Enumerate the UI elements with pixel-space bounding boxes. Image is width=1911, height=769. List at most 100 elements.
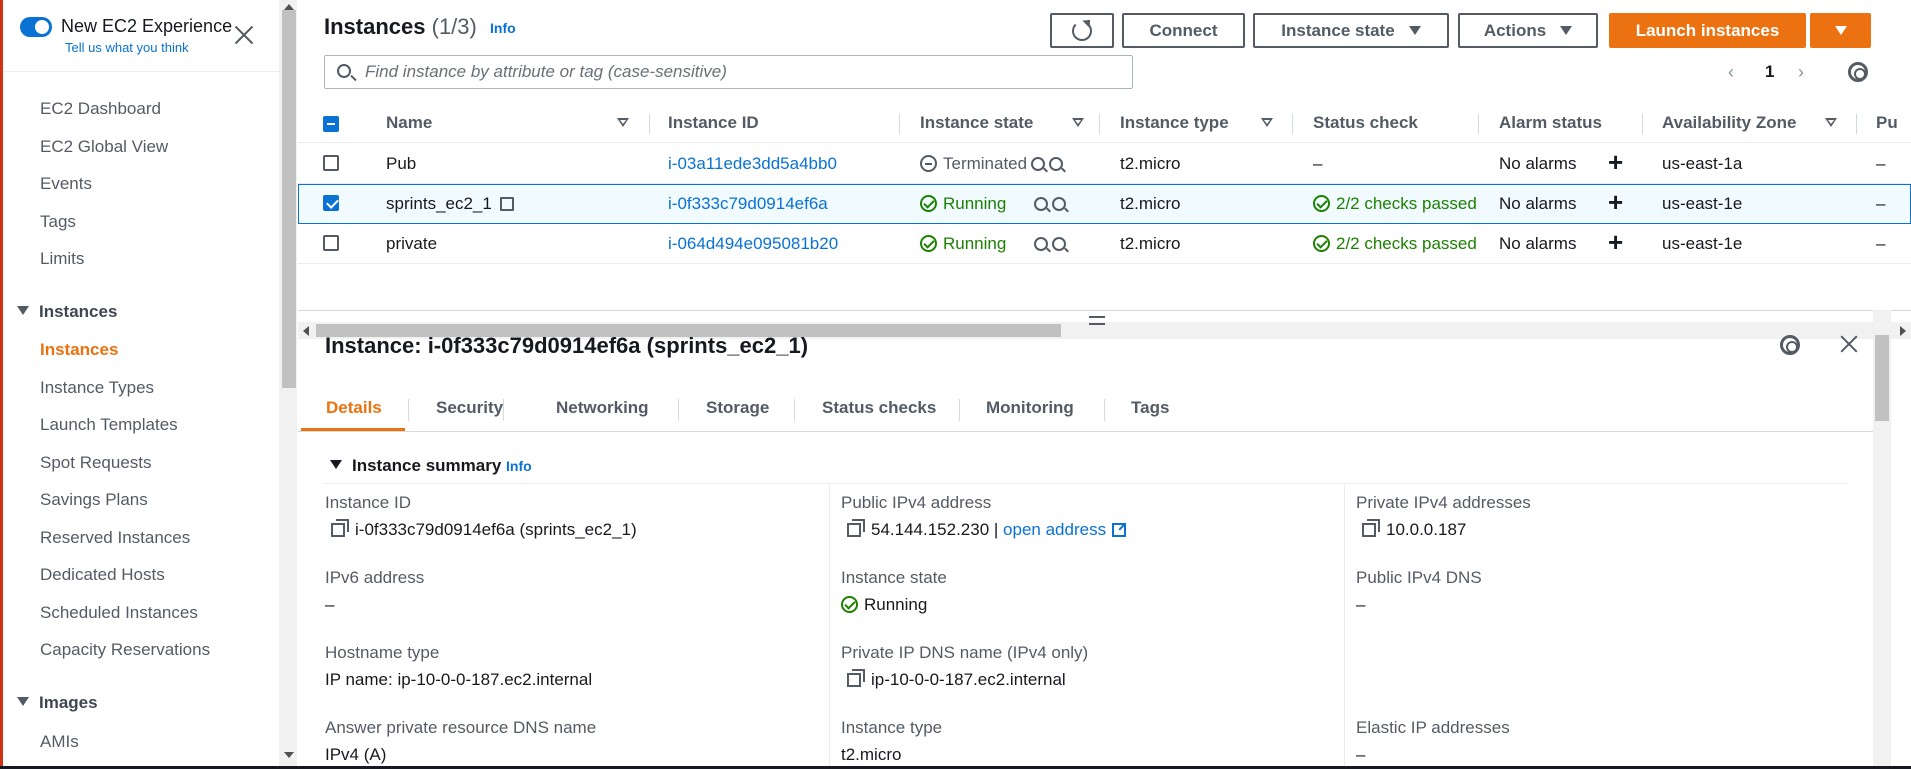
actions-dropdown[interactable]: Actions [1458,13,1598,48]
sidebar-item-launch-templates[interactable]: Launch Templates [40,415,178,435]
sidebar-section-images[interactable]: Images [17,693,98,713]
copy-icon[interactable] [847,669,865,687]
private-dns-value: ip-10-0-0-187.ec2.internal [847,669,1066,690]
sort-icon[interactable] [1261,118,1273,127]
column-divider[interactable] [1099,114,1100,134]
feedback-link[interactable]: Tell us what you think [65,40,189,55]
column-divider[interactable] [649,114,650,134]
table-row-selected[interactable]: sprints_ec2_1 i-0f333c79d0914ef6a Runnin… [298,184,1911,224]
zoom-in-icon[interactable] [1031,157,1046,171]
tab-monitoring[interactable]: Monitoring [986,398,1074,418]
tab-status-checks[interactable]: Status checks [822,398,936,418]
close-icon[interactable] [1838,333,1860,355]
launch-instances-button[interactable]: Launch instances [1609,13,1806,48]
sidebar-item-savings-plans[interactable]: Savings Plans [40,490,148,510]
sort-icon[interactable] [1825,118,1837,127]
search-box[interactable] [324,55,1133,89]
zoom-in-icon[interactable] [1034,197,1049,211]
info-link[interactable]: Info [490,20,516,36]
instance-state-dropdown[interactable]: Instance state [1253,13,1449,48]
table-row[interactable]: Pub i-03a11ede3dd5a4bb0 Terminated t2.mi… [298,144,1911,184]
prev-page-button[interactable]: ‹ [1728,62,1734,83]
cell-instance-id[interactable]: i-0f333c79d0914ef6a [668,194,828,214]
actions-label: Actions [1483,20,1547,40]
sidebar-item-spot-requests[interactable]: Spot Requests [40,453,152,473]
column-header-instance-type[interactable]: Instance type [1120,113,1229,133]
close-icon[interactable] [231,22,257,48]
row-checkbox[interactable] [323,235,339,251]
tab-details[interactable]: Details [326,398,382,418]
sidebar-item-ec2-dashboard[interactable]: EC2 Dashboard [40,99,161,119]
sidebar-item-global-view[interactable]: EC2 Global View [40,137,168,157]
sidebar-item-instance-types[interactable]: Instance Types [40,378,154,398]
row-checkbox[interactable] [323,155,339,171]
next-page-button[interactable]: › [1798,62,1804,83]
zoom-in-icon[interactable] [1034,237,1049,251]
select-all-checkbox[interactable] [323,116,339,132]
sidebar-item-dedicated-hosts[interactable]: Dedicated Hosts [40,565,165,585]
page-number[interactable]: 1 [1765,62,1774,82]
summary-info-link[interactable]: Info [506,458,532,474]
column-divider[interactable] [1856,114,1857,134]
zoom-out-icon[interactable] [1052,237,1067,251]
scroll-down-arrow-icon[interactable] [284,752,294,758]
add-alarm-plus-icon[interactable]: + [1608,227,1623,258]
copy-icon[interactable] [847,519,865,537]
copy-icon[interactable] [1362,519,1380,537]
details-vertical-scrollbar[interactable] [1873,310,1891,769]
sort-icon[interactable] [1072,118,1084,127]
sidebar-item-capacity-reservations[interactable]: Capacity Reservations [40,640,210,660]
zoom-out-icon[interactable] [1049,157,1064,171]
panel-settings-gear-icon[interactable] [1780,335,1800,355]
copy-icon[interactable] [331,519,349,537]
cell-instance-id[interactable]: i-03a11ede3dd5a4bb0 [668,154,837,174]
refresh-button[interactable] [1050,13,1114,48]
connect-button[interactable]: Connect [1122,13,1245,48]
field-label: Private IP DNS name (IPv4 only) [841,643,1089,662]
external-link-icon[interactable] [1112,523,1127,537]
tab-storage[interactable]: Storage [706,398,769,418]
sidebar-item-tags[interactable]: Tags [40,212,76,232]
sidebar-item-scheduled-instances[interactable]: Scheduled Instances [40,603,198,623]
table-row[interactable]: private i-064d494e095081b20 Running t2.m… [298,224,1911,264]
sidebar-item-limits[interactable]: Limits [40,249,84,269]
edit-icon[interactable] [499,197,514,211]
tab-tags[interactable]: Tags [1131,398,1169,418]
sidebar-section-instances[interactable]: Instances [17,302,117,322]
cell-instance-id[interactable]: i-064d494e095081b20 [668,234,838,254]
launch-dropdown-button[interactable] [1810,13,1871,48]
search-input[interactable] [365,56,1125,88]
tab-security[interactable]: Security [436,398,503,418]
column-header-name[interactable]: Name [386,113,432,133]
value-text: i-0f333c79d0914ef6a (sprints_ec2_1) [355,520,637,539]
column-divider[interactable] [1642,114,1643,134]
column-header-instance-state[interactable]: Instance state [920,113,1033,133]
scroll-up-arrow-icon[interactable] [284,4,294,10]
sidebar-scroll-thumb[interactable] [282,10,296,388]
column-header-alarm-status[interactable]: Alarm status [1499,113,1602,133]
add-alarm-plus-icon[interactable]: + [1608,187,1623,218]
tab-networking[interactable]: Networking [556,398,649,418]
instance-summary-header[interactable]: Instance summary Info [330,456,532,476]
sort-icon[interactable] [617,118,629,127]
column-divider[interactable] [899,114,900,134]
new-experience-toggle[interactable] [20,17,52,37]
column-header-instance-id[interactable]: Instance ID [668,113,759,133]
column-header-status-check[interactable]: Status check [1313,113,1418,133]
add-alarm-plus-icon[interactable]: + [1608,147,1623,178]
sidebar-item-events[interactable]: Events [40,174,92,194]
vertical-scroll-thumb[interactable] [1875,335,1889,421]
zoom-out-icon[interactable] [1052,197,1067,211]
refresh-icon [1072,20,1092,41]
instance-type-value: t2.micro [841,745,902,764]
column-header-public[interactable]: Pu [1876,113,1898,133]
column-divider[interactable] [1292,114,1293,134]
sidebar-item-instances[interactable]: Instances [40,340,118,360]
sidebar-item-reserved-instances[interactable]: Reserved Instances [40,528,190,548]
open-address-link[interactable]: open address [1003,520,1106,539]
column-header-availability-zone[interactable]: Availability Zone [1662,113,1796,133]
settings-gear-icon[interactable] [1848,62,1868,82]
row-checkbox[interactable] [323,195,339,211]
column-divider[interactable] [1478,114,1479,134]
sidebar-item-amis[interactable]: AMIs [40,732,79,752]
